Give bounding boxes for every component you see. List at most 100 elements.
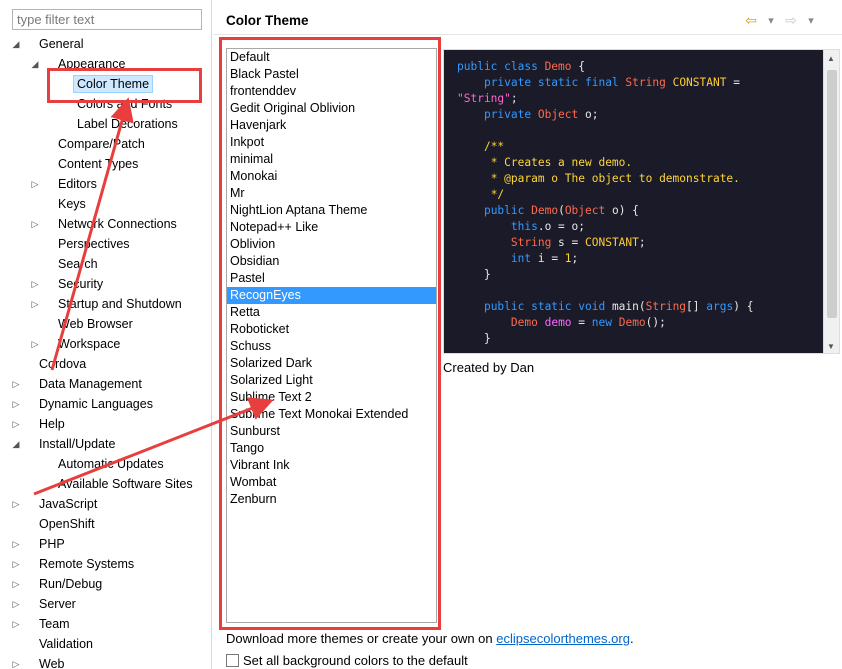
expand-icon[interactable]: ▷ [30, 214, 40, 234]
tree-item[interactable]: Automatic Updates [0, 454, 211, 474]
tree-item[interactable]: Search [0, 254, 211, 274]
tree-item-label: Team [39, 617, 70, 631]
code-token: 1 [564, 252, 572, 265]
expand-icon[interactable]: ▷ [11, 414, 21, 434]
expand-icon[interactable]: ▷ [11, 594, 21, 614]
tree-item[interactable]: ▷ Security [0, 274, 211, 294]
tree-item[interactable]: ▷ PHP [0, 534, 211, 554]
preview-scrollbar[interactable]: ▲ ▼ [823, 50, 839, 353]
tree-item[interactable]: ◢ Install/Update [0, 434, 211, 454]
expand-icon[interactable]: ▷ [30, 294, 40, 314]
expand-icon[interactable]: ▷ [11, 554, 21, 574]
tree-item[interactable]: Validation [0, 634, 211, 654]
code-line: } [457, 331, 825, 347]
collapse-icon[interactable]: ◢ [30, 54, 40, 74]
chevron-down-icon[interactable]: ▾ [762, 14, 780, 27]
view-menu-icon[interactable]: ▾ [802, 14, 820, 27]
code-token: .o = o; [537, 220, 585, 233]
download-prefix: Download more themes or create your own … [226, 631, 497, 646]
code-token: * Creates a new demo. [483, 156, 633, 169]
code-line: private static final String CONSTANT = [457, 75, 825, 91]
code-token: private static final [483, 76, 626, 89]
expand-icon[interactable]: ▷ [11, 494, 21, 514]
tree-item-label: Label Decorations [77, 117, 178, 131]
default-background-checkbox[interactable] [226, 654, 239, 667]
tree-item[interactable]: ◢ General [0, 34, 211, 54]
code-token: Demo [531, 204, 559, 217]
preferences-tree: ◢ General ◢ Appearance Color Theme Colors and… [0, 34, 211, 669]
tree-item[interactable]: Available Software Sites [0, 474, 211, 494]
tree-item-label: Network Connections [58, 217, 177, 231]
tree-item[interactable]: Perspectives [0, 234, 211, 254]
tree-item[interactable]: Content Types [0, 154, 211, 174]
back-arrow-icon[interactable]: ⇦ [742, 12, 760, 29]
default-background-label: Set all background colors to the default [243, 653, 468, 668]
tree-item[interactable]: ▷ Remote Systems [0, 554, 211, 574]
code-token: ) { [733, 300, 754, 313]
scroll-down-icon[interactable]: ▼ [827, 342, 835, 351]
tree-item-label: Search [58, 257, 98, 271]
forward-arrow-icon[interactable]: ⇨ [782, 12, 800, 29]
code-line: String s = CONSTANT; [457, 235, 825, 251]
theme-author: Created by Dan [443, 360, 535, 375]
code-token: ( [558, 204, 565, 217]
code-line: public static void main(String[] args) { [457, 299, 825, 315]
tree-item[interactable]: Keys [0, 194, 211, 214]
expand-icon[interactable]: ▷ [30, 334, 40, 354]
tree-item[interactable]: ▷ Network Connections [0, 214, 211, 234]
filter-input[interactable] [12, 9, 202, 30]
expand-icon[interactable]: ▷ [30, 174, 40, 194]
tree-item-label: Run/Debug [39, 577, 103, 591]
code-line: "String"; [457, 91, 825, 107]
eclipsecolorthemes-link[interactable]: eclipsecolorthemes.org [496, 631, 630, 646]
expand-icon[interactable]: ▷ [11, 574, 21, 594]
tree-item[interactable]: Web Browser [0, 314, 211, 334]
code-token: Demo [510, 316, 538, 329]
code-line: * @param o The object to demonstrate. [457, 171, 825, 187]
tree-item-label: Web [39, 657, 65, 669]
tree-item[interactable]: ▷ Team [0, 614, 211, 634]
tree-item[interactable]: Cordova [0, 354, 211, 374]
tree-item[interactable]: ▷ Run/Debug [0, 574, 211, 594]
tree-item-label: Workspace [58, 337, 121, 351]
code-line: public class Demo { [457, 59, 825, 75]
tree-item[interactable]: ▷ Web [0, 654, 211, 669]
tree-item[interactable]: OpenShift [0, 514, 211, 534]
tree-item[interactable]: ▷ Help [0, 414, 211, 434]
tree-item-label: Remote Systems [39, 557, 135, 571]
tree-item[interactable]: Label Decorations [0, 114, 211, 134]
tree-item[interactable]: ▷ JavaScript [0, 494, 211, 514]
tree-item[interactable]: ▷ Workspace [0, 334, 211, 354]
tree-item[interactable]: ▷ Data Management [0, 374, 211, 394]
scroll-up-icon[interactable]: ▲ [827, 54, 835, 63]
code-token: o) { [605, 204, 639, 217]
expand-icon[interactable]: ▷ [11, 534, 21, 554]
code-line: this.o = o; [457, 219, 825, 235]
preview-code: public class Demo { private static final… [457, 59, 825, 347]
default-background-option[interactable]: Set all background colors to the default [226, 653, 468, 668]
tree-item[interactable]: ▷ Server [0, 594, 211, 614]
tree-item[interactable]: Compare/Patch [0, 134, 211, 154]
expand-icon[interactable]: ▷ [30, 274, 40, 294]
collapse-icon[interactable]: ◢ [11, 34, 21, 54]
tree-item[interactable]: ▷ Startup and Shutdown [0, 294, 211, 314]
scrollbar-thumb[interactable] [827, 70, 837, 318]
tree-item-label: Automatic Updates [58, 457, 164, 471]
tree-item[interactable]: ▷ Editors [0, 174, 211, 194]
expand-icon[interactable]: ▷ [11, 614, 21, 634]
tree-item[interactable]: ▷ Dynamic Languages [0, 394, 211, 414]
expand-icon[interactable]: ▷ [11, 654, 21, 669]
expand-icon[interactable]: ▷ [11, 374, 21, 394]
code-token: private [483, 108, 538, 121]
code-token: ; [571, 252, 579, 265]
page-title: Color Theme [226, 13, 309, 28]
code-token: (); [645, 316, 666, 329]
collapse-icon[interactable]: ◢ [11, 434, 21, 454]
code-preview: public class Demo { private static final… [443, 49, 840, 354]
expand-icon[interactable]: ▷ [11, 394, 21, 414]
